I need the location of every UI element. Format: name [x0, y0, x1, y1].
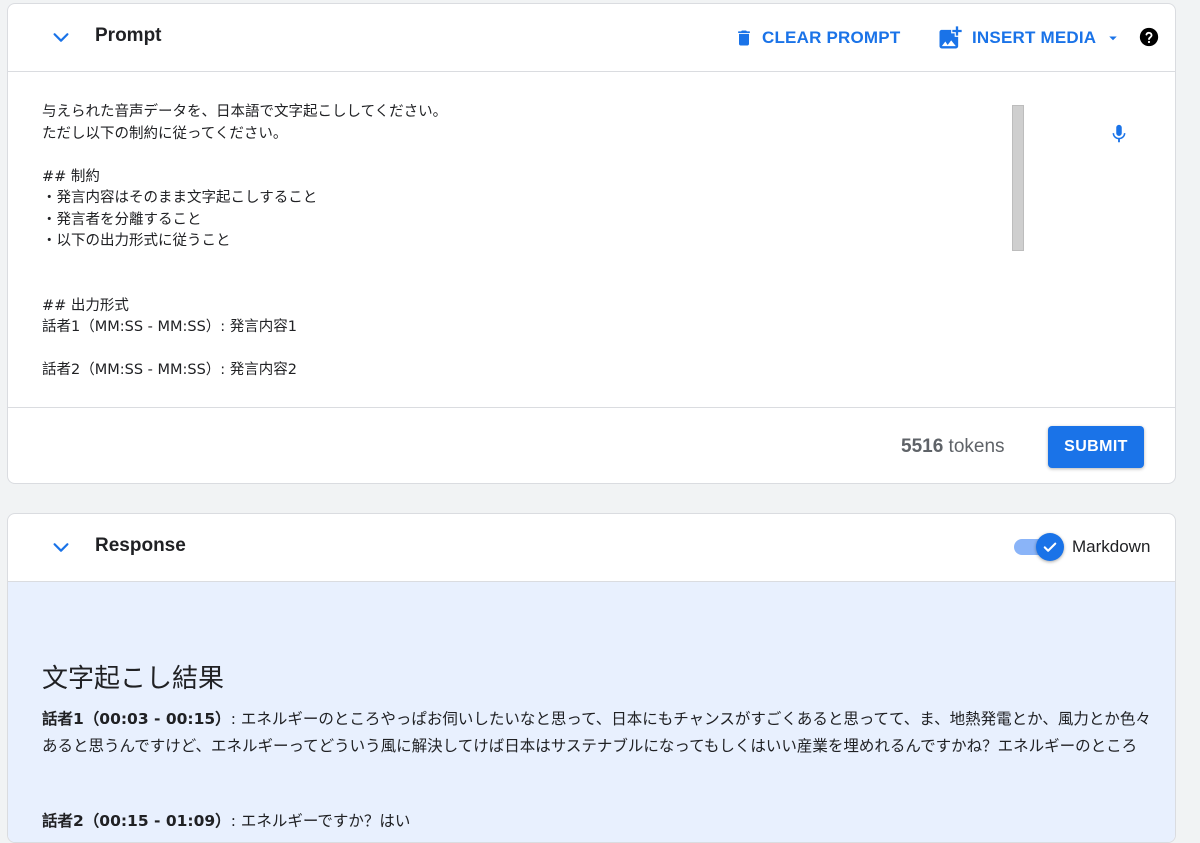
- add-photo-icon: [939, 26, 962, 49]
- prompt-header: Prompt CLEAR PROMPT INSERT MEDIA: [8, 4, 1175, 72]
- prompt-panel: Prompt CLEAR PROMPT INSERT MEDIA 与えられた音声…: [7, 3, 1176, 484]
- prompt-textarea[interactable]: 与えられた音声データを、日本語で文字起こししてください。 ただし以下の制約に従っ…: [42, 102, 982, 382]
- speaker-label: 話者2（00:15 - 01:09）: [42, 812, 231, 830]
- prompt-editor[interactable]: 与えられた音声データを、日本語で文字起こししてください。 ただし以下の制約に従っ…: [8, 72, 1175, 408]
- clear-prompt-label: CLEAR PROMPT: [762, 28, 901, 47]
- response-content: 文字起こし結果 話者1（00:03 - 00:15）: エネルギーのところやっぱ…: [8, 582, 1175, 842]
- markdown-label: Markdown: [1072, 537, 1151, 556]
- submit-button[interactable]: SUBMIT: [1048, 426, 1144, 468]
- help-icon[interactable]: [1138, 26, 1160, 48]
- response-panel: Response Markdown 文字起こし結果 話者1（00:03 - 00…: [7, 513, 1176, 843]
- insert-media-label: INSERT MEDIA: [972, 28, 1097, 47]
- response-title: Response: [95, 535, 186, 556]
- markdown-toggle[interactable]: [1012, 533, 1064, 561]
- response-header: Response Markdown: [8, 514, 1175, 582]
- check-icon: [1043, 542, 1057, 552]
- speaker-text: : エネルギーですか？はい: [230, 812, 411, 830]
- response-heading: 文字起こし結果: [42, 664, 225, 694]
- caret-down-icon[interactable]: [1104, 29, 1122, 47]
- transcript-entry: 話者2（00:15 - 01:09）: エネルギーですか？はい: [42, 808, 1152, 835]
- chevron-down-icon[interactable]: [50, 536, 72, 558]
- clear-prompt-button[interactable]: CLEAR PROMPT: [734, 22, 900, 54]
- trash-icon: [738, 30, 750, 46]
- token-count-suffix: tokens: [943, 436, 1005, 457]
- prompt-footer: 5516 tokens SUBMIT: [8, 407, 1175, 483]
- chevron-down-icon[interactable]: [50, 26, 72, 48]
- speaker-label: 話者1（00:03 - 00:15）: [42, 710, 231, 728]
- prompt-scrollbar[interactable]: [1012, 105, 1024, 251]
- token-count: 5516 tokens: [901, 436, 1005, 458]
- insert-media-button[interactable]: INSERT MEDIA: [936, 22, 1122, 54]
- prompt-title: Prompt: [95, 25, 162, 46]
- mic-icon[interactable]: [1108, 122, 1130, 146]
- token-count-value: 5516: [901, 436, 944, 457]
- transcript-entry: 話者1（00:03 - 00:15）: エネルギーのところやっぱお伺いしたいなと…: [42, 706, 1152, 760]
- toggle-thumb: [1036, 533, 1064, 561]
